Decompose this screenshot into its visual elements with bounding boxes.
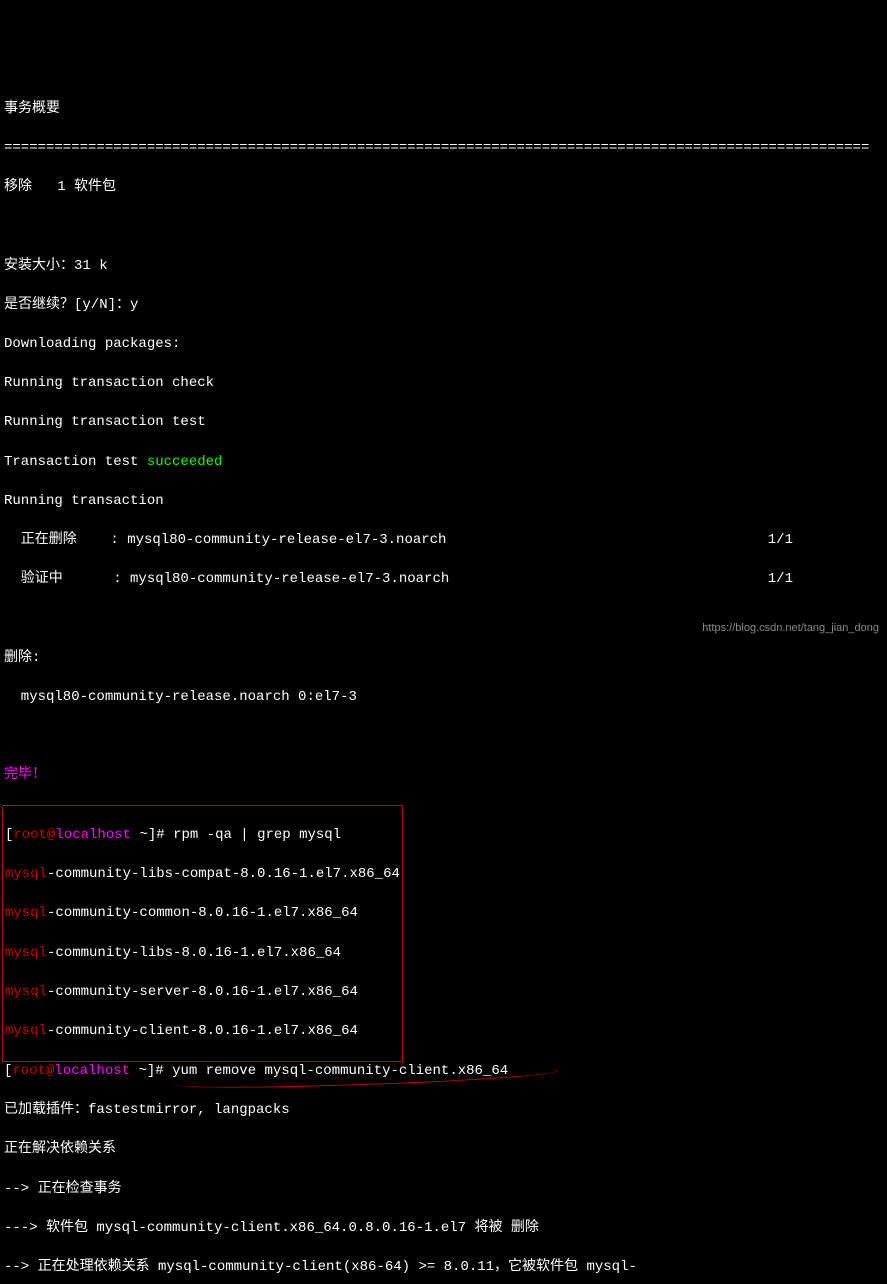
succeeded-status: succeeded [147,454,223,470]
package-list-item: mysql-community-libs-compat-8.0.16-1.el7… [5,865,400,885]
checking-transaction: --> 正在检查事务 [4,1180,883,1200]
removing-row: 正在删除 : mysql80-community-release-el7-3.n… [4,531,883,551]
verify-row: 验证中 : mysql80-community-release-el7-3.no… [4,570,883,590]
package-will-remove: ---> 软件包 mysql-community-client.x86_64.0… [4,1219,883,1239]
resolving-deps: 正在解决依赖关系 [4,1140,883,1160]
user-text: root@ [12,1063,54,1079]
blank-line [4,727,883,747]
prompt-line-1: [root@localhost ~]# rpm -qa | grep mysql [5,826,400,846]
yum-remove-command: yum remove mysql-community-client.x86_64 [172,1062,508,1082]
rpm-command: rpm -qa | grep mysql [173,827,341,843]
package-list-item: mysql-community-common-8.0.16-1.el7.x86_… [5,904,400,924]
removed-package: mysql80-community-release.noarch 0:el7-3 [4,688,883,708]
transaction-test-result: Transaction test succeeded [4,453,883,473]
package-list-item: mysql-community-libs-8.0.16-1.el7.x86_64 [5,944,400,964]
package-list-item: mysql-community-server-8.0.16-1.el7.x86_… [5,983,400,1003]
transaction-summary-title: 事务概要 [4,100,883,120]
watermark-text: https://blog.csdn.net/tang_jian_dong [702,621,879,636]
host-text: localhost [55,827,131,843]
host-text: localhost [54,1063,130,1079]
install-size: 安装大小：31 k [4,257,883,277]
downloading-packages: Downloading packages: [4,335,883,355]
blank-line [4,218,883,238]
terminal-output[interactable]: 事务概要 ===================================… [0,78,887,1284]
complete-label: 完毕！ [4,766,883,786]
user-text: root@ [13,827,55,843]
remove-summary: 移除 1 软件包 [4,178,883,198]
processing-dep-line1: --> 正在处理依赖关系 mysql-community-client(x86-… [4,1258,883,1278]
transaction-test: Running transaction test [4,413,883,433]
transaction-check: Running transaction check [4,374,883,394]
highlighted-box: [root@localhost ~]# rpm -qa | grep mysql… [2,805,403,1062]
running-transaction: Running transaction [4,492,883,512]
separator-line: ========================================… [4,139,883,159]
package-list-item: mysql-community-client-8.0.16-1.el7.x86_… [5,1022,400,1042]
yum-plugins: 已加载插件：fastestmirror, langpacks [4,1101,883,1121]
continue-prompt: 是否继续？[y/N]：y [4,296,883,316]
prompt-line-2: [root@localhost ~]# yum remove mysql-com… [4,1062,883,1082]
removed-label: 删除: [4,649,883,669]
